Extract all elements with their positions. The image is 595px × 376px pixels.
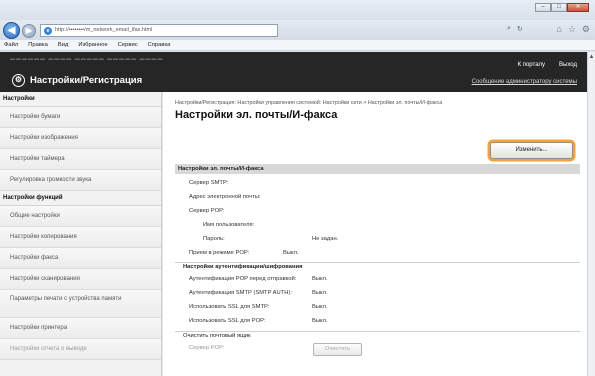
sidebar-item-printer[interactable]: Настройки принтера <box>0 318 161 339</box>
divider <box>175 262 580 263</box>
menu-help[interactable]: Справка <box>148 42 171 48</box>
pop-receive-label: Прием в режиме POP: <box>189 250 250 256</box>
sidebar-item-output-report[interactable]: Настройки отчета о выводе <box>0 339 161 360</box>
sidebar-item-memory-print[interactable]: Параметры печати с устройства памяти <box>0 290 161 318</box>
clear-mailbox-heading: Очистить почтовый ящик <box>183 333 251 339</box>
header-links: К порталу Выход <box>518 62 577 68</box>
address-url: http://••••••••/m_network_email_ifax.htm… <box>55 27 153 33</box>
browser-title-bar: – □ ✕ <box>0 0 595 22</box>
browser-nav-row: ◀ ▶ e http://••••••••/m_network_email_if… <box>0 20 595 40</box>
logout-link[interactable]: Выход <box>559 62 577 68</box>
auth-encryption-heading: Настройки аутентификации/шифрования <box>183 264 303 270</box>
gear-icon[interactable]: ⚙ <box>582 24 590 35</box>
menu-edit[interactable]: Правка <box>28 42 48 48</box>
search-icon[interactable]: ⌕ <box>507 25 511 33</box>
page-title: Настройки эл. почты/И-факса <box>175 109 338 121</box>
password-label: Пароль: <box>203 236 225 242</box>
divider <box>175 331 580 332</box>
device-info-blurred: ▬▬▬▬▬▬ ▬▬▬▬ ▬▬▬▬▬ ▬▬▬▬▬ ▬▬▬▬ <box>10 56 164 62</box>
clear-pop-server-label: Сервер POP: <box>189 345 225 351</box>
refresh-icon[interactable]: ↻ <box>517 25 523 33</box>
menu-file[interactable]: Файл <box>4 42 18 48</box>
forward-button[interactable]: ▶ <box>22 24 36 38</box>
user-name-label: Имя пользователя: <box>203 222 255 228</box>
address-tools: ⌕ ↻ <box>507 25 523 33</box>
browser-menu-bar: Файл Правка Вид Избранное Сервис Справка <box>0 40 595 51</box>
auth-row-value: Выкл. <box>312 318 328 324</box>
sidebar-item-general[interactable]: Общие настройки <box>0 206 161 227</box>
main-content: Настройки/Регистрация: Настройки управле… <box>163 92 587 376</box>
portal-link[interactable]: К порталу <box>518 62 545 68</box>
ie-page-icon: e <box>44 27 52 35</box>
home-icon[interactable]: ⌂ <box>556 24 561 35</box>
email-address-label: Адрес электронной почты: <box>189 194 261 200</box>
app-brand: ⚙ Настройки/Регистрация <box>12 74 142 87</box>
address-bar[interactable]: e http://••••••••/m_network_email_ifax.h… <box>40 24 278 37</box>
minimize-button[interactable]: – <box>535 3 551 12</box>
auth-row-label: Использовать SSL для SMTP: <box>189 304 270 310</box>
maximize-button[interactable]: □ <box>551 3 567 12</box>
auth-row-value: Выкл. <box>312 290 328 296</box>
auth-row-label: Использовать SSL для POP: <box>189 318 266 324</box>
sidebar-item-paper[interactable]: Настройки бумаги <box>0 107 161 128</box>
auth-row-label: Аутентификация SMTP (SMTP AUTH): <box>189 290 292 296</box>
auth-row-label: Аутентификация POP перед отправкой: <box>189 276 297 282</box>
app-header: ▬▬▬▬▬▬ ▬▬▬▬ ▬▬▬▬▬ ▬▬▬▬▬ ▬▬▬▬ ⚙ Настройки… <box>0 52 587 92</box>
settings-registration-icon: ⚙ <box>12 74 25 87</box>
browser-right-icons: ⌂ ☆ ⚙ <box>556 24 590 35</box>
menu-view[interactable]: Вид <box>58 42 69 48</box>
favorites-star-icon[interactable]: ☆ <box>568 24 576 35</box>
sidebar-settings-heading: Настройки <box>0 92 161 107</box>
clear-button[interactable]: Очистить <box>313 343 362 356</box>
sidebar-functions-heading: Настройки функций <box>0 191 161 206</box>
menu-tools[interactable]: Сервис <box>118 42 138 48</box>
breadcrumb: Настройки/Регистрация: Настройки управле… <box>175 100 443 106</box>
auth-row-value: Выкл. <box>312 304 328 310</box>
window-controls: – □ ✕ <box>535 3 589 12</box>
sidebar: Настройки Настройки бумаги Настройки изо… <box>0 92 162 376</box>
brand-title: Настройки/Регистрация <box>30 75 143 86</box>
sidebar-item-timer[interactable]: Настройки таймера <box>0 149 161 170</box>
page-scrollbar[interactable]: ▲ <box>587 52 595 376</box>
scroll-up-icon[interactable]: ▲ <box>588 52 595 62</box>
section-header-email-ifax: Настройки эл. почты/И-факса <box>175 164 580 174</box>
close-window-button[interactable]: ✕ <box>567 3 589 12</box>
sidebar-item-copy[interactable]: Настройки копирования <box>0 227 161 248</box>
sidebar-item-volume[interactable]: Регулировка громкости звука <box>0 170 161 191</box>
sidebar-item-fax[interactable]: Настройки факса <box>0 248 161 269</box>
edit-button[interactable]: Изменить... <box>490 142 573 159</box>
back-button[interactable]: ◀ <box>3 22 20 39</box>
pop-server-label: Сервер POP: <box>189 208 225 214</box>
sidebar-item-image[interactable]: Настройки изображения <box>0 128 161 149</box>
menu-favorites[interactable]: Избранное <box>78 42 107 48</box>
sidebar-item-scan[interactable]: Настройки сканирования <box>0 269 161 290</box>
smtp-server-label: Сервер SMTP: <box>189 180 229 186</box>
pop-receive-value: Выкл. <box>283 250 299 256</box>
password-value: Не задан. <box>312 236 339 242</box>
auth-row-value: Выкл. <box>312 276 328 282</box>
support-link[interactable]: Сообщение администратору системы <box>472 79 577 85</box>
